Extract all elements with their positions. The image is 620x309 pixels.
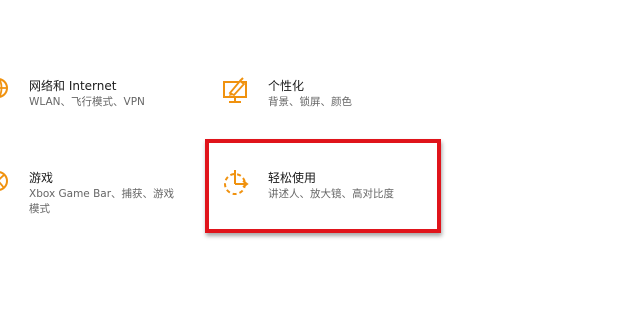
tile-title: 游戏	[29, 171, 54, 185]
tile-title: 个性化	[268, 79, 305, 93]
highlight-box	[205, 139, 441, 233]
tile-description: WLAN、飞行模式、VPN	[29, 96, 145, 108]
tile-title: 网络和 Internet	[29, 79, 117, 93]
tile-personalization[interactable]: 个性化 背景、锁屏、颜色	[220, 70, 420, 115]
tile-gaming[interactable]: 游戏 Xbox Game Bar、捕获、游戏 模式	[0, 162, 190, 222]
personalization-icon	[220, 76, 252, 106]
tile-description-line2: 模式	[29, 203, 50, 215]
tile-description-line1: Xbox Game Bar、捕获、游戏	[29, 188, 175, 200]
tile-network-internet[interactable]: 网络和 Internet WLAN、飞行模式、VPN	[0, 70, 190, 115]
settings-page: 网络和 Internet WLAN、飞行模式、VPN 个性化 背景、锁屏、颜色	[0, 0, 620, 309]
xbox-icon	[0, 168, 12, 194]
globe-icon	[0, 76, 12, 100]
tile-description: 背景、锁屏、颜色	[268, 96, 352, 108]
